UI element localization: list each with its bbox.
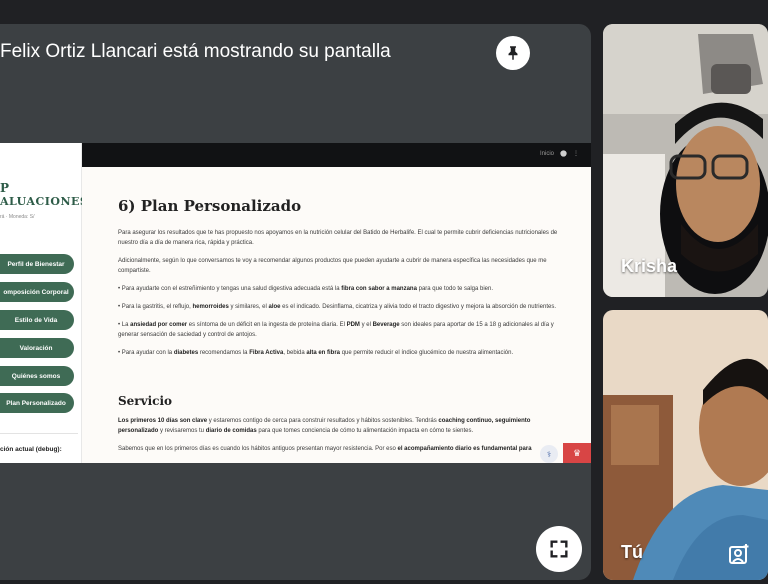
nav-item-perfil[interactable]: Perfil de Bienestar (0, 254, 74, 274)
section-title-servicio: Servicio (118, 394, 173, 408)
pin-button[interactable] (496, 36, 530, 70)
debug-label: ción actual (debug): (0, 446, 62, 453)
plan-content: 6) Plan Personalizado Para asegurar los … (118, 173, 558, 462)
app-content-area: Inicio ⋮ 6) Plan Personalizado Para aseg… (82, 143, 591, 463)
paragraph-intro: Para asegurar los resultados que te has … (118, 230, 558, 246)
bullet-aloe: • Para la gastritis, el reflujo, hemorro… (118, 304, 556, 310)
add-effect-button[interactable] (727, 542, 751, 566)
nav-item-composicion[interactable]: omposición Corporal (0, 282, 74, 302)
nav-item-quienes[interactable]: Quiénes somos (0, 366, 74, 386)
brand-line-1: P (0, 181, 10, 195)
bullet-ansiedad: • La ansiedad por comer es síntoma de un… (118, 322, 554, 338)
brand-line-2: ALUACIONES (0, 195, 89, 208)
accessibility-icon[interactable]: ⚕ (540, 445, 558, 463)
nav-item-valoracion[interactable]: Valoración (0, 338, 74, 358)
topbar-links: Inicio ⋮ (540, 150, 579, 157)
presentation-tile[interactable]: Felix Ortiz Llancari está mostrando su p… (0, 24, 591, 580)
participant-video-self (603, 310, 768, 580)
fullscreen-icon (550, 540, 568, 558)
nav-divider (0, 433, 78, 434)
app-sidebar: P ALUACIONES rá · Moneda: S/ Perfil de B… (0, 143, 88, 463)
crown-icon[interactable]: ♛ (563, 443, 591, 463)
app-topbar: Inicio ⋮ (82, 143, 591, 167)
participant-tile-self[interactable]: Tú (603, 310, 768, 580)
bullet-diabetes: • Para ayudar con la diabetes recomendam… (118, 350, 514, 356)
participant-tile-krisha[interactable]: Krisha (603, 24, 768, 297)
github-icon[interactable] (560, 150, 567, 157)
nav-item-plan[interactable]: Plan Personalizado (0, 393, 74, 413)
shared-screen: P ALUACIONES rá · Moneda: S/ Perfil de B… (0, 143, 591, 463)
participant-name: Krisha (621, 256, 678, 276)
pin-icon (508, 46, 518, 60)
fullscreen-button[interactable] (536, 526, 582, 572)
participant-name-self: Tú (621, 542, 643, 562)
portrait-effect-icon (729, 544, 749, 564)
brand-subtitle: rá · Moneda: S/ (0, 214, 35, 220)
paragraph-recommend: Adicionalmente, según lo que conversamos… (118, 258, 547, 274)
menu-dots-icon[interactable]: ⋮ (573, 150, 579, 157)
nav-item-estilo[interactable]: Estilo de Vida (0, 310, 74, 330)
paragraph-servicio: Los primeros 10 días son clave y estarem… (118, 418, 531, 434)
bullet-fibra: • Para ayudarte con el estreñimiento y t… (118, 286, 494, 292)
paragraph-habitos: Sabemos que en los primeros días es cuan… (118, 446, 532, 452)
presenting-banner: Felix Ortiz Llancari está mostrando su p… (0, 41, 391, 62)
topbar-link-home[interactable]: Inicio (540, 151, 554, 157)
meet-stage: Felix Ortiz Llancari está mostrando su p… (0, 0, 768, 584)
section-title-plan: 6) Plan Personalizado (118, 197, 302, 215)
